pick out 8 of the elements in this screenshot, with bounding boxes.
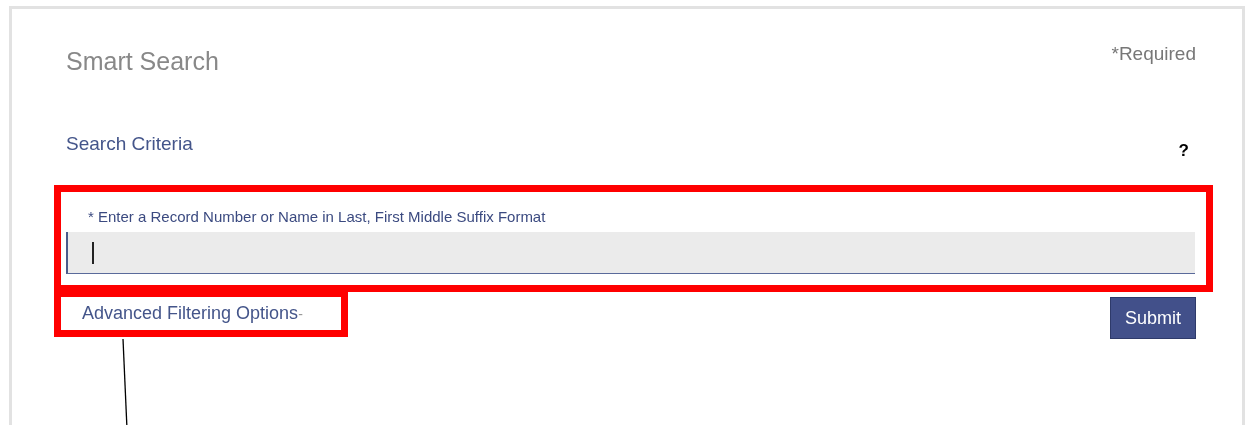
submit-button[interactable]: Submit xyxy=(1109,297,1196,339)
advanced-filter-link[interactable]: Advanced Filtering Options- xyxy=(82,303,303,324)
search-field[interactable] xyxy=(66,232,1195,274)
help-icon[interactable]: ? xyxy=(1178,141,1189,161)
required-note: *Required xyxy=(1111,43,1196,65)
field-label: * Enter a Record Number or Name in Last, First Middle Suffix Format xyxy=(87,208,547,225)
section-heading: Search Criteria xyxy=(66,133,193,155)
page-title: Smart Search xyxy=(66,47,219,76)
